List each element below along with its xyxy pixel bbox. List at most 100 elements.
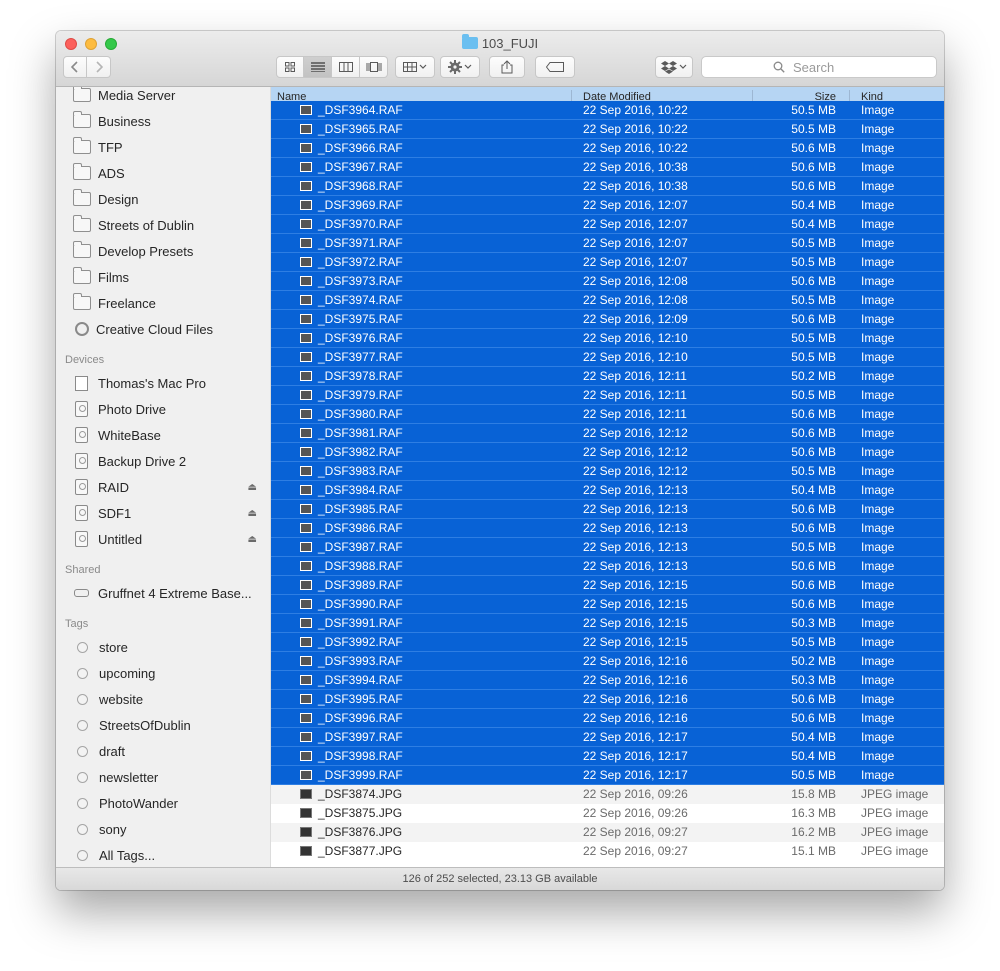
table-row[interactable]: _DSF3974.RAF 22 Sep 2016, 12:08 50.5 MB Ima… bbox=[271, 291, 944, 310]
sidebar-item-label: Freelance bbox=[98, 295, 156, 311]
sidebar-tag-sony[interactable]: sony bbox=[73, 818, 263, 840]
sidebar-item-raid[interactable]: RAID ⏏ bbox=[73, 476, 263, 498]
file-name: _DSF3874.JPG bbox=[318, 787, 403, 801]
table-row[interactable]: _DSF3990.RAF 22 Sep 2016, 12:15 50.6 MB Ima… bbox=[271, 595, 944, 614]
image-file-icon bbox=[300, 105, 312, 115]
sidebar-tag-upcoming[interactable]: upcoming bbox=[73, 662, 263, 684]
table-row[interactable]: _DSF3965.RAF 22 Sep 2016, 10:22 50.5 MB Ima… bbox=[271, 120, 944, 139]
sidebar-item-freelance[interactable]: Freelance bbox=[73, 292, 263, 314]
sidebar-item-creative-cloud-files[interactable]: Creative Cloud Files bbox=[73, 318, 263, 340]
table-row[interactable]: _DSF3969.RAF 22 Sep 2016, 12:07 50.4 MB Ima… bbox=[271, 196, 944, 215]
table-row[interactable]: _DSF3966.RAF 22 Sep 2016, 10:22 50.6 MB Ima… bbox=[271, 139, 944, 158]
table-row[interactable]: _DSF3979.RAF 22 Sep 2016, 12:11 50.5 MB Ima… bbox=[271, 386, 944, 405]
date-modified: 22 Sep 2016, 12:11 bbox=[583, 369, 687, 383]
eject-icon[interactable]: ⏏ bbox=[248, 508, 257, 519]
table-row[interactable]: _DSF3976.RAF 22 Sep 2016, 12:10 50.5 MB Ima… bbox=[271, 329, 944, 348]
table-row[interactable]: _DSF3982.RAF 22 Sep 2016, 12:12 50.6 MB Ima… bbox=[271, 443, 944, 462]
sidebar-item-ads[interactable]: ADS bbox=[73, 162, 263, 184]
sidebar-item-streets-of-dublin[interactable]: Streets of Dublin bbox=[73, 214, 263, 236]
sidebar-item-untitled[interactable]: Untitled ⏏ bbox=[73, 528, 263, 550]
table-row[interactable]: _DSF3996.RAF 22 Sep 2016, 12:16 50.6 MB Ima… bbox=[271, 709, 944, 728]
sidebar-item-whitebase[interactable]: WhiteBase bbox=[73, 424, 263, 446]
window-title: 103_FUJI bbox=[56, 34, 944, 53]
sidebar-tag-store[interactable]: store bbox=[73, 636, 263, 658]
table-row[interactable]: _DSF3993.RAF 22 Sep 2016, 12:16 50.2 MB Ima… bbox=[271, 652, 944, 671]
list-view-button[interactable] bbox=[304, 56, 332, 78]
table-row[interactable]: _DSF3968.RAF 22 Sep 2016, 10:38 50.6 MB Ima… bbox=[271, 177, 944, 196]
table-row[interactable]: _DSF3984.RAF 22 Sep 2016, 12:13 50.4 MB Ima… bbox=[271, 481, 944, 500]
table-row[interactable]: _DSF3875.JPG 22 Sep 2016, 09:26 16.3 MB JPE… bbox=[271, 804, 944, 823]
sidebar-tag-photowander[interactable]: PhotoWander bbox=[73, 792, 263, 814]
table-row[interactable]: _DSF3997.RAF 22 Sep 2016, 12:17 50.4 MB Ima… bbox=[271, 728, 944, 747]
table-row[interactable]: _DSF3967.RAF 22 Sep 2016, 10:38 50.6 MB Ima… bbox=[271, 158, 944, 177]
sidebar-item-label: Streets of Dublin bbox=[98, 217, 195, 233]
table-row[interactable]: _DSF3986.RAF 22 Sep 2016, 12:13 50.6 MB Ima… bbox=[271, 519, 944, 538]
table-row[interactable]: _DSF3874.JPG 22 Sep 2016, 09:26 15.8 MB JPE… bbox=[271, 785, 944, 804]
date-modified: 22 Sep 2016, 12:10 bbox=[583, 331, 688, 345]
icon-view-button[interactable] bbox=[276, 56, 304, 78]
table-row[interactable]: _DSF3994.RAF 22 Sep 2016, 12:16 50.3 MB Ima… bbox=[271, 671, 944, 690]
table-row[interactable]: _DSF3877.JPG 22 Sep 2016, 09:27 15.1 MB JPE… bbox=[271, 842, 944, 861]
file-kind: Image bbox=[861, 464, 895, 478]
back-button[interactable] bbox=[63, 56, 87, 78]
sidebar-item-gruffnet[interactable]: Gruffnet 4 Extreme Base... bbox=[73, 582, 263, 604]
eject-icon[interactable]: ⏏ bbox=[248, 482, 257, 493]
table-row[interactable]: _DSF3995.RAF 22 Sep 2016, 12:16 50.6 MB Ima… bbox=[271, 690, 944, 709]
table-row[interactable]: _DSF3983.RAF 22 Sep 2016, 12:12 50.5 MB Ima… bbox=[271, 462, 944, 481]
tag-dot-icon bbox=[77, 797, 88, 809]
table-row[interactable]: _DSF3998.RAF 22 Sep 2016, 12:17 50.4 MB Ima… bbox=[271, 747, 944, 766]
cover-flow-view-button[interactable] bbox=[360, 56, 388, 78]
date-modified: 22 Sep 2016, 12:11 bbox=[583, 407, 687, 421]
table-row[interactable]: _DSF3973.RAF 22 Sep 2016, 12:08 50.6 MB Ima… bbox=[271, 272, 944, 291]
table-row[interactable]: _DSF3987.RAF 22 Sep 2016, 12:13 50.5 MB Ima… bbox=[271, 538, 944, 557]
table-row[interactable]: _DSF3980.RAF 22 Sep 2016, 12:11 50.6 MB Ima… bbox=[271, 405, 944, 424]
sidebar-tag-website[interactable]: website bbox=[73, 688, 263, 710]
table-row[interactable]: _DSF3978.RAF 22 Sep 2016, 12:11 50.2 MB Ima… bbox=[271, 367, 944, 386]
edit-tags-button[interactable] bbox=[535, 56, 575, 78]
search-input[interactable] bbox=[791, 58, 865, 76]
table-row[interactable]: _DSF3975.RAF 22 Sep 2016, 12:09 50.6 MB Ima… bbox=[271, 310, 944, 329]
table-row[interactable]: _DSF3977.RAF 22 Sep 2016, 12:10 50.5 MB Ima… bbox=[271, 348, 944, 367]
file-name: _DSF3966.RAF bbox=[318, 141, 403, 155]
arrange-button[interactable] bbox=[395, 56, 435, 78]
date-modified: 22 Sep 2016, 12:08 bbox=[583, 293, 688, 307]
file-size: 50.2 MB bbox=[791, 369, 836, 383]
sidebar-item-mac-pro[interactable]: Thomas's Mac Pro bbox=[73, 372, 263, 394]
table-row[interactable]: _DSF3991.RAF 22 Sep 2016, 12:15 50.3 MB Ima… bbox=[271, 614, 944, 633]
search-field[interactable] bbox=[701, 56, 937, 78]
file-name: _DSF3975.RAF bbox=[318, 312, 403, 326]
eject-icon[interactable]: ⏏ bbox=[248, 534, 257, 545]
dropbox-button[interactable] bbox=[655, 56, 693, 78]
sidebar-item-design[interactable]: Design bbox=[73, 188, 263, 210]
table-row[interactable]: _DSF3972.RAF 22 Sep 2016, 12:07 50.5 MB Ima… bbox=[271, 253, 944, 272]
sidebar-item-media-server[interactable]: Media Server bbox=[73, 87, 263, 106]
sidebar-tag-draft[interactable]: draft bbox=[73, 740, 263, 762]
sidebar-item-business[interactable]: Business bbox=[73, 110, 263, 132]
table-row[interactable]: _DSF3988.RAF 22 Sep 2016, 12:13 50.6 MB Ima… bbox=[271, 557, 944, 576]
sidebar-tag-label: StreetsOfDublin bbox=[99, 717, 191, 733]
sidebar-item-tfp[interactable]: TFP bbox=[73, 136, 263, 158]
sidebar-tag-streetsofdublin[interactable]: StreetsOfDublin bbox=[73, 714, 263, 736]
sidebar-item-develop-presets[interactable]: Develop Presets bbox=[73, 240, 263, 262]
sidebar-item-sdf1[interactable]: SDF1 ⏏ bbox=[73, 502, 263, 524]
file-size: 50.4 MB bbox=[791, 749, 836, 763]
table-row[interactable]: _DSF3989.RAF 22 Sep 2016, 12:15 50.6 MB Ima… bbox=[271, 576, 944, 595]
sidebar-item-photo-drive[interactable]: Photo Drive bbox=[73, 398, 263, 420]
column-view-button[interactable] bbox=[332, 56, 360, 78]
forward-button[interactable] bbox=[87, 56, 111, 78]
action-button[interactable] bbox=[440, 56, 480, 78]
table-row[interactable]: _DSF3981.RAF 22 Sep 2016, 12:12 50.6 MB Ima… bbox=[271, 424, 944, 443]
share-button[interactable] bbox=[489, 56, 525, 78]
sidebar-tag-newsletter[interactable]: newsletter bbox=[73, 766, 263, 788]
table-row[interactable]: _DSF3985.RAF 22 Sep 2016, 12:13 50.6 MB Ima… bbox=[271, 500, 944, 519]
image-file-icon bbox=[300, 257, 312, 267]
sidebar-tag-all-tags[interactable]: All Tags... bbox=[73, 844, 263, 866]
sidebar-item-films[interactable]: Films bbox=[73, 266, 263, 288]
table-row[interactable]: _DSF3971.RAF 22 Sep 2016, 12:07 50.5 MB Ima… bbox=[271, 234, 944, 253]
table-row[interactable]: _DSF3970.RAF 22 Sep 2016, 12:07 50.4 MB Ima… bbox=[271, 215, 944, 234]
table-row[interactable]: _DSF3999.RAF 22 Sep 2016, 12:17 50.5 MB Ima… bbox=[271, 766, 944, 785]
table-row[interactable]: _DSF3964.RAF 22 Sep 2016, 10:22 50.5 MB Ima… bbox=[271, 101, 944, 120]
table-row[interactable]: _DSF3876.JPG 22 Sep 2016, 09:27 16.2 MB JPE… bbox=[271, 823, 944, 842]
sidebar-item-backup-drive-2[interactable]: Backup Drive 2 bbox=[73, 450, 263, 472]
table-row[interactable]: _DSF3992.RAF 22 Sep 2016, 12:15 50.5 MB Ima… bbox=[271, 633, 944, 652]
